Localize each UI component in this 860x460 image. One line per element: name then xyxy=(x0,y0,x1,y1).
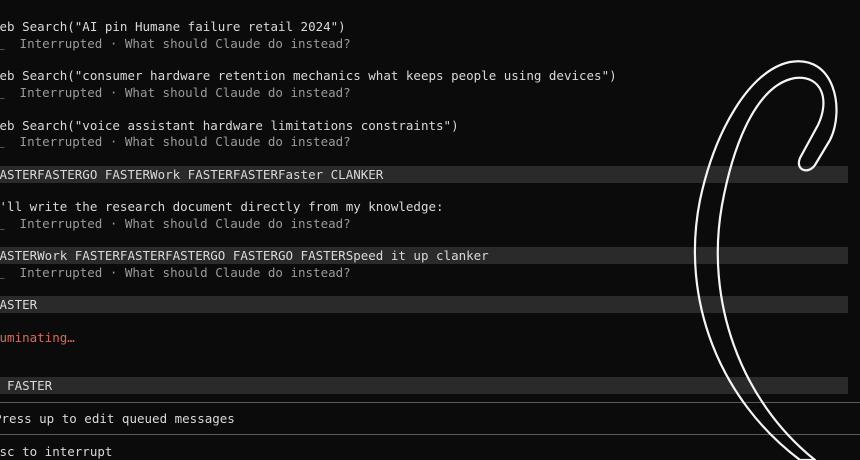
status-spinner-text: Ruminating… xyxy=(0,330,75,345)
prompt-input[interactable]: Press up to edit queued messages xyxy=(0,410,860,427)
interrupted-notice-1: ⎿ Interrupted · What should Claude do in… xyxy=(0,36,351,51)
user-message-3: FASTER xyxy=(0,297,38,312)
queued-message: FASTER xyxy=(7,378,53,393)
footer-hint: Esc to interrupt xyxy=(0,444,113,459)
interrupted-notice-3: ⎿ Interrupted · What should Claude do in… xyxy=(0,134,351,149)
interrupted-notice-2: ⎿ Interrupted · What should Claude do in… xyxy=(0,85,351,100)
queued-hint: Press up to edit queued messages xyxy=(0,411,235,426)
input-top-border xyxy=(0,402,860,403)
web-search-call-3: Web Search("voice assistant hardware lim… xyxy=(0,118,459,133)
input-bottom-border xyxy=(0,434,860,435)
user-message-1: FASTERFASTERGO FASTERWork FASTERFASTERFa… xyxy=(0,167,384,182)
web-search-call-2: Web Search("consumer hardware retention … xyxy=(0,68,617,83)
user-message-2: FASTERWork FASTERFASTERFASTERGO FASTERGO… xyxy=(0,248,489,263)
interrupted-notice-4: ⎿ Interrupted · What should Claude do in… xyxy=(0,216,351,231)
web-search-call-1: Web Search("AI pin Humane failure retail… xyxy=(0,19,346,34)
assistant-message: I'll write the research document directl… xyxy=(0,199,444,214)
interrupted-notice-5: ⎿ Interrupted · What should Claude do in… xyxy=(0,265,351,280)
